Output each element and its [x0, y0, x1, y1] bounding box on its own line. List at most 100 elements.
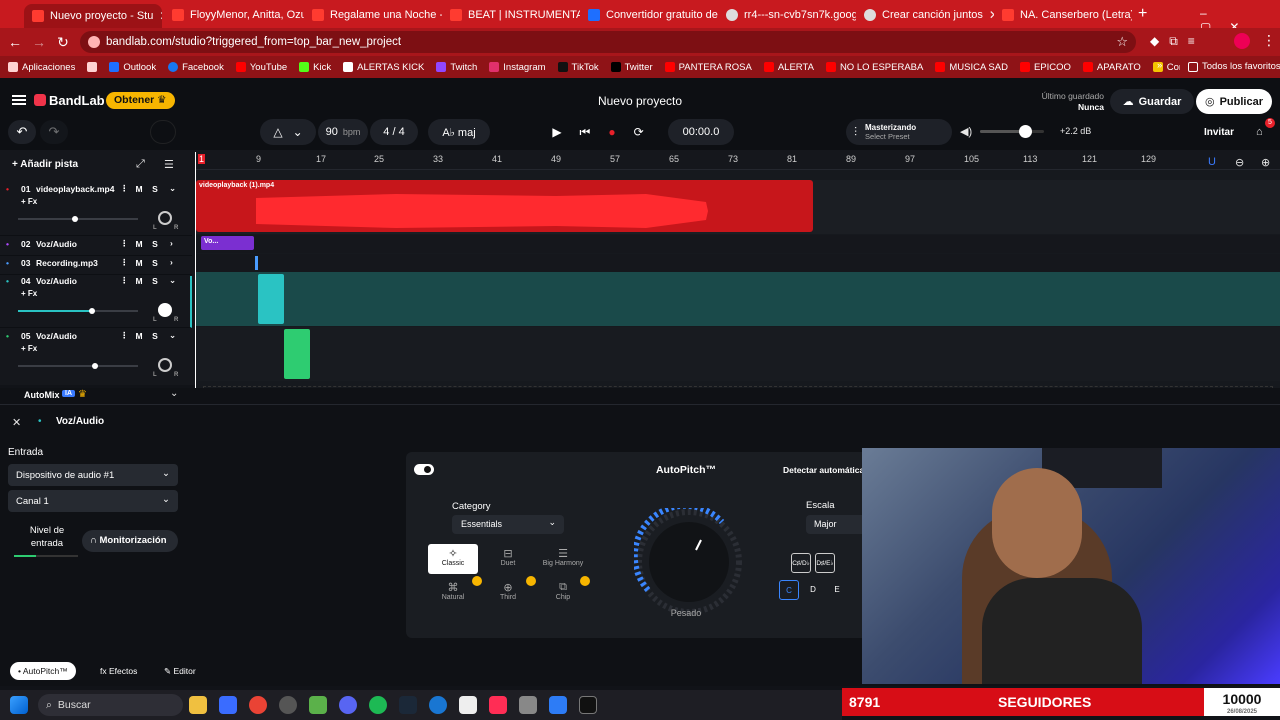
preset-big-harmony[interactable]: ☰ Big Harmony — [538, 544, 588, 574]
add-track-button[interactable]: + Añadir pista — [12, 159, 78, 170]
bookmark-item[interactable]: TikTok — [557, 62, 599, 73]
preset-duet[interactable]: ⊟ Duet — [483, 544, 533, 574]
track-name[interactable]: Recording.mp3 — [36, 258, 98, 268]
star-icon[interactable]: ☆ — [1116, 34, 1128, 50]
chevron-down-icon[interactable]: ⌄ — [170, 388, 178, 399]
project-title[interactable]: Nuevo proyecto — [540, 94, 740, 108]
solo-button[interactable]: S — [149, 331, 161, 341]
close-panel-icon[interactable]: ✕ — [12, 416, 21, 429]
solo-button[interactable]: S — [149, 258, 161, 268]
url-field[interactable]: bandlab.com/studio?triggered_from=top_ba… — [80, 31, 1136, 53]
new-tab-icon[interactable]: + — [1138, 5, 1147, 23]
add-fx-button[interactable]: + Fx — [21, 344, 37, 353]
track-name[interactable]: Voz/Audio — [36, 239, 77, 249]
category-select[interactable]: Essentials ⌄ — [452, 515, 564, 534]
bookmark-item[interactable]: ALERTA — [763, 62, 814, 73]
publish-button[interactable]: ◎ Publicar — [1196, 89, 1272, 114]
spotify-icon[interactable] — [369, 696, 387, 714]
key-csharp[interactable]: C♯/D♭ — [791, 553, 811, 573]
settings-icon[interactable] — [519, 696, 537, 714]
menu-icon[interactable]: ⋮ — [1262, 32, 1276, 49]
bookmark-item[interactable]: APARATO — [1082, 62, 1141, 73]
lane-04[interactable] — [195, 272, 1280, 326]
master-volume-slider[interactable] — [980, 125, 1044, 138]
store-icon[interactable] — [219, 696, 237, 714]
magnet-icon[interactable]: U — [1208, 156, 1216, 168]
tiktok-icon[interactable] — [489, 696, 507, 714]
extensions-icons[interactable]: ◆⧉≡ — [1150, 34, 1205, 49]
tab-8[interactable]: NA. Canserbero (Letra) - Y✕ — [994, 4, 1132, 26]
tab-effects[interactable]: fx Efectos — [100, 666, 137, 676]
mastering-preset-button[interactable]: ⫶ Masterizando Select Preset — [846, 119, 952, 145]
bookmark-item[interactable]: EPICOO — [1019, 62, 1071, 73]
bookmark-item[interactable] — [87, 62, 98, 72]
key-field[interactable]: A♭ maj — [428, 119, 490, 145]
tab-7[interactable]: Crear canción juntos ✕ — [856, 4, 994, 26]
tab-2[interactable]: FloyyMenor, Anitta, Ozun✕ — [164, 4, 304, 26]
time-signature-field[interactable]: 4 / 4 — [370, 119, 418, 145]
playhead[interactable] — [195, 152, 196, 392]
loop-icon[interactable]: ⟳ — [634, 125, 644, 139]
shop-icon[interactable]: ⌂ — [1256, 126, 1263, 138]
add-fx-button[interactable]: + Fx — [21, 289, 37, 298]
save-button[interactable]: ☁ Guardar — [1110, 89, 1194, 114]
obs-icon[interactable] — [279, 696, 297, 714]
hamburger-menu-icon[interactable] — [12, 95, 26, 97]
pitch-amount-knob[interactable] — [631, 502, 744, 618]
mute-button[interactable]: M — [133, 276, 145, 286]
app-icon[interactable] — [429, 696, 447, 714]
chrome-icon[interactable] — [249, 696, 267, 714]
view-toggle-icon[interactable] — [150, 120, 176, 144]
track-row-04[interactable]: • 04 Voz/Audio ⋮ M S ⌄ + Fx L R — [0, 275, 192, 328]
track-row-05[interactable]: • 05 Voz/Audio ⋮ M S ⌄ + Fx L R — [0, 330, 192, 383]
track-name[interactable]: videoplayback.mp4 — [36, 184, 114, 194]
reload-icon[interactable]: ↻ — [51, 34, 75, 51]
more-bookmarks-icon[interactable]: » — [1157, 60, 1162, 71]
windows-start-icon[interactable] — [10, 696, 28, 714]
track-row-01[interactable]: • 01 videoplayback.mp4 ⋮ M S ⌄ + Fx L R — [0, 183, 192, 236]
lane-01[interactable]: videoplayback (1).mp4 — [195, 180, 1280, 234]
chevron-down-icon[interactable]: ⌄ — [169, 183, 176, 194]
audio-device-select[interactable]: Dispositivo de audio #1 ⌄ — [8, 464, 178, 486]
bookmark-item[interactable]: Facebook — [168, 62, 224, 73]
forward-icon[interactable]: → — [27, 34, 51, 50]
bookmark-item[interactable]: PANTERA ROSA — [664, 62, 752, 73]
zoom-in-icon[interactable]: ⊕ — [1261, 156, 1270, 169]
mute-button[interactable]: M — [133, 239, 145, 249]
key-dsharp[interactable]: D♯/E♭ — [815, 553, 835, 573]
auto-detect-button[interactable]: Detectar automática — [783, 465, 864, 475]
redo-icon[interactable]: ↷ — [40, 120, 68, 144]
key-e[interactable]: E — [827, 580, 847, 600]
pan-knob[interactable] — [158, 303, 172, 317]
autopitch-toggle[interactable] — [414, 464, 434, 475]
clip-voz-05[interactable] — [284, 329, 310, 379]
track-name[interactable]: Voz/Audio — [36, 276, 77, 286]
minecraft-icon[interactable] — [309, 696, 327, 714]
site-info-icon[interactable] — [88, 36, 100, 48]
bookmark-item[interactable]: Aplicaciones — [8, 62, 75, 73]
bpm-field[interactable]: 90 bpm — [318, 119, 368, 145]
bookmark-item[interactable]: Instagram — [489, 62, 546, 73]
track-menu-icon[interactable]: ⋮ — [120, 275, 129, 286]
tab-nuevo-proyecto[interactable]: Nuevo proyecto - Stu✕ — [24, 4, 162, 28]
bookmark-item[interactable]: Outlook — [109, 62, 156, 73]
track-volume-slider[interactable] — [18, 308, 138, 314]
speaker-icon[interactable]: ◀) — [960, 125, 972, 138]
tab-6[interactable]: rr4---sn-cvb7sn7k.googlev✕ — [718, 4, 856, 26]
track-row-03[interactable]: • 03 Recording.mp3 ⋮ M S › — [0, 257, 192, 275]
bookmark-item[interactable]: Kick — [299, 62, 331, 73]
add-fx-button[interactable]: + Fx — [21, 197, 37, 206]
chevron-right-icon[interactable]: › — [170, 238, 173, 248]
chevron-down-icon[interactable]: ⌄ — [169, 275, 176, 286]
automix-label[interactable]: AutoMix — [24, 390, 60, 400]
solo-button[interactable]: S — [149, 276, 161, 286]
lane-03[interactable] — [195, 254, 1280, 272]
track-row-02[interactable]: • 02 Voz/Audio ⋮ M S › — [0, 238, 192, 256]
solo-button[interactable]: S — [149, 184, 161, 194]
tracks-settings-icon[interactable]: ☰ — [164, 158, 174, 171]
solo-button[interactable]: S — [149, 239, 161, 249]
close-icon[interactable]: ✕ — [159, 9, 162, 23]
mute-button[interactable]: M — [133, 331, 145, 341]
lane-05[interactable] — [195, 327, 1280, 381]
bookmark-item[interactable]: YouTube — [235, 62, 287, 73]
